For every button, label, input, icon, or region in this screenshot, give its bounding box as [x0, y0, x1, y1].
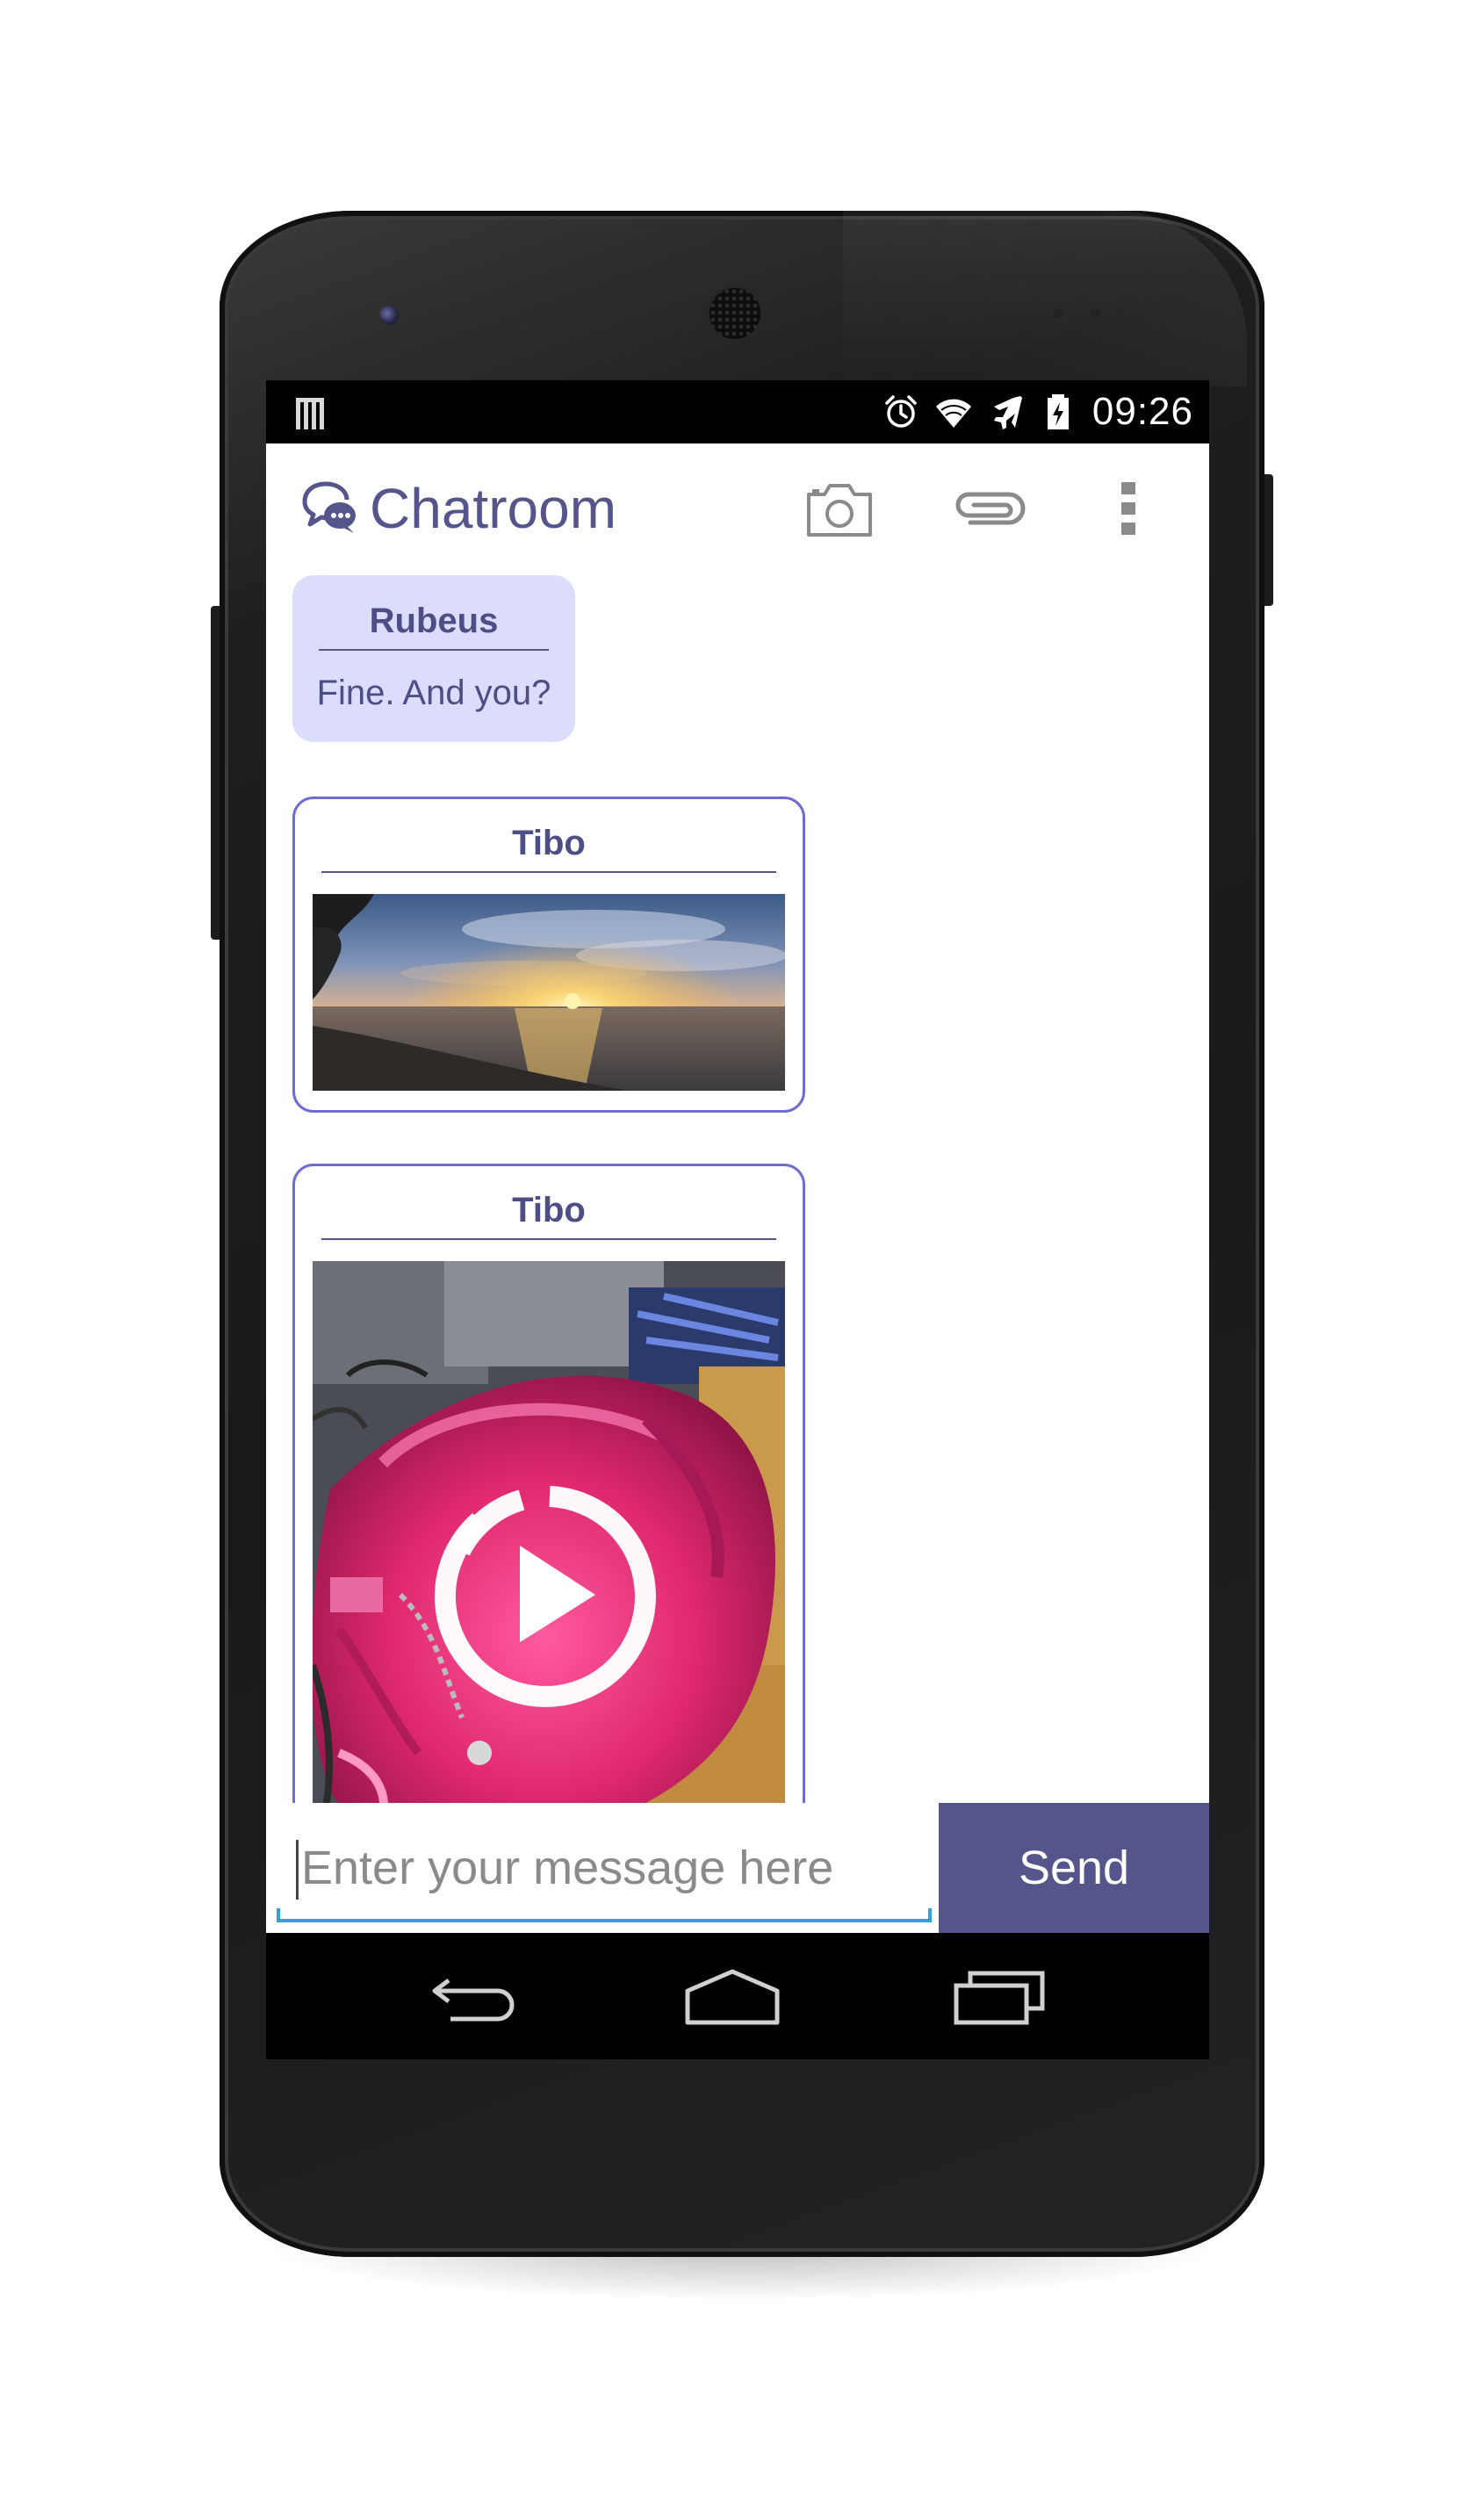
message-bubble-video[interactable]: Tibo	[292, 1164, 805, 1803]
airplane-mode-icon	[991, 396, 1022, 429]
message-text: Fine. And you?	[316, 674, 551, 712]
send-button[interactable]: Send	[939, 1803, 1209, 1933]
wifi-icon	[935, 399, 971, 428]
light-sensor	[1091, 309, 1099, 318]
pink-handbag-video-thumbnail[interactable]	[313, 1261, 785, 1803]
sender-divider	[321, 871, 776, 873]
message-list[interactable]: Rubeus Fine. And you? Tibo Tibo	[266, 575, 1209, 1803]
video-thumbnail-image	[313, 1261, 785, 1803]
phone-gloss	[843, 211, 1247, 386]
paperclip-icon[interactable]	[951, 484, 1027, 533]
chat-bubbles-icon	[302, 481, 356, 533]
action-bar: Chatroom	[266, 443, 1209, 575]
battery-charging-icon	[1047, 394, 1069, 429]
app-title: Chatroom	[370, 477, 616, 540]
status-bar: 09:26	[266, 380, 1209, 443]
home-icon[interactable]	[684, 1965, 781, 2028]
input-underline-right-tick	[928, 1908, 932, 1921]
front-camera	[379, 306, 399, 325]
recents-icon[interactable]	[951, 1965, 1048, 2028]
status-time: 09:26	[1091, 390, 1193, 433]
input-underline	[277, 1919, 932, 1922]
message-bubble-text[interactable]: Rubeus Fine. And you?	[292, 575, 575, 742]
message-bubble-image[interactable]: Tibo	[292, 797, 805, 1113]
navigation-bar	[266, 1933, 1209, 2059]
input-underline-left-tick	[277, 1908, 280, 1921]
proximity-sensor	[1054, 309, 1063, 318]
phone-screen: 09:26 Chatroom Rubeus Fine. And you? Tib…	[266, 380, 1209, 2059]
earpiece-speaker	[710, 288, 760, 339]
camera-icon[interactable]	[805, 480, 874, 538]
sender-divider	[319, 649, 549, 651]
notification-bars-icon	[296, 398, 324, 429]
input-caret	[296, 1840, 299, 1900]
alarm-icon	[885, 395, 917, 428]
message-sender: Rubeus	[369, 602, 499, 640]
message-sender: Tibo	[512, 824, 586, 862]
message-sender: Tibo	[512, 1191, 586, 1229]
message-input[interactable]	[277, 1819, 930, 1917]
photo-image	[313, 894, 785, 1091]
sunset-beach-photo[interactable]	[313, 894, 785, 1091]
back-icon[interactable]	[424, 1965, 521, 2028]
sender-divider	[321, 1238, 776, 1240]
overflow-menu-icon[interactable]	[1118, 480, 1139, 537]
message-composer: Send	[266, 1803, 1209, 1933]
